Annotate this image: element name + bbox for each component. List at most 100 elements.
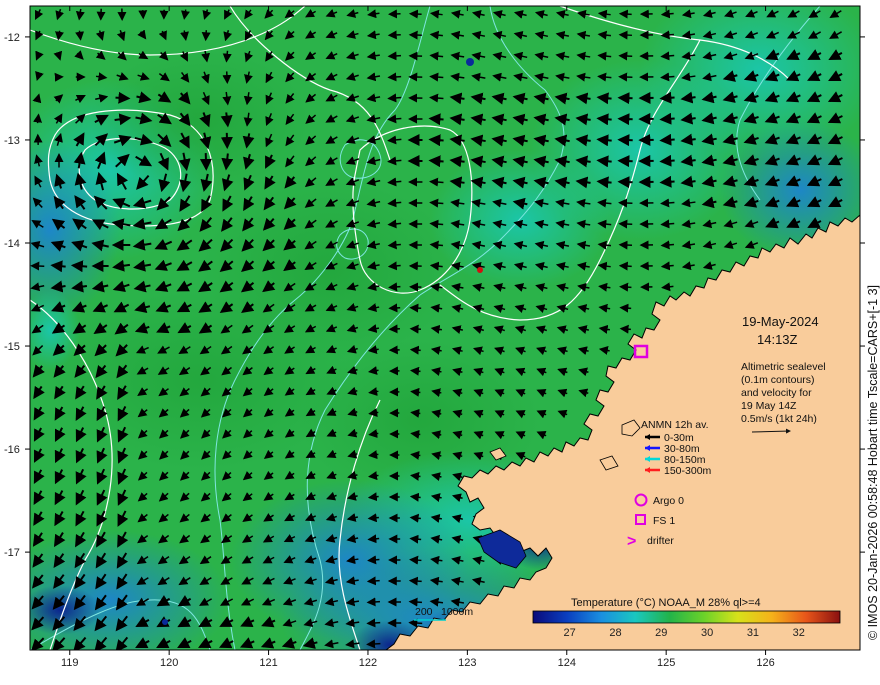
velocity-arrow [411, 518, 421, 519]
velocity-arrow [389, 35, 401, 36]
colorbar-tick-label: 27 [564, 627, 576, 639]
velocity-arrow [412, 475, 421, 476]
fs-label: FS 1 [653, 515, 675, 527]
velocity-arrow [620, 224, 632, 225]
velocity-arrow [410, 623, 422, 624]
map-canvas: 119 120 121 122 123 124 125 126 -12 -13 -14 -15 -16… [0, 0, 880, 680]
drifter-icon: > [627, 533, 636, 550]
lat-tick-label: -14 [4, 238, 20, 250]
velocity-arrow [227, 71, 228, 82]
velocity-arrow [598, 181, 611, 182]
velocity-arrow [598, 97, 611, 98]
colorbar-tick-label: 31 [747, 627, 759, 639]
velocity-arrow [619, 140, 632, 141]
description-line: and velocity for [741, 387, 812, 399]
lon-tick-label: 119 [61, 657, 79, 669]
mooring-legend-title: ANMN 12h av. [641, 419, 709, 431]
velocity-arrow [368, 644, 381, 645]
velocity-arrow [369, 518, 379, 519]
velocity-arrow [412, 454, 421, 455]
velocity-arrow [598, 118, 611, 119]
island-shoal [162, 619, 168, 625]
lon-tick-label: 125 [657, 657, 675, 669]
velocity-arrow [620, 77, 633, 78]
lon-tick-label: 122 [359, 657, 377, 669]
velocity-arrow [620, 245, 632, 246]
velocity-arrow [619, 182, 632, 183]
velocity-arrow [389, 266, 400, 267]
velocity-arrow [431, 97, 444, 98]
colorbar-tick-label: 30 [701, 627, 713, 639]
velocity-arrow [411, 560, 422, 561]
lat-tick-label: -12 [4, 32, 20, 44]
velocity-arrow [411, 350, 420, 351]
velocity-arrow [662, 34, 674, 35]
lon-tick-label: 121 [259, 657, 277, 669]
velocity-arrow [662, 55, 674, 56]
drifter-label: drifter [647, 535, 674, 547]
velocity-arrow [412, 412, 421, 413]
description-line: (0.1m contours) [741, 374, 815, 386]
colorbar-title: Temperature (°C) NOAA_M 28% ql>=4 [571, 597, 761, 609]
velocity-arrow [411, 539, 421, 540]
velocity-arrow [430, 119, 443, 120]
velocity-arrow [116, 98, 129, 99]
velocity-arrow [369, 539, 379, 540]
velocity-arrow [662, 223, 674, 224]
colorbar-tick-label: 28 [609, 627, 621, 639]
lat-tick-label: -13 [4, 135, 20, 147]
lat-tick-label: -17 [4, 547, 20, 559]
velocity-arrow [431, 244, 443, 245]
velocity-arrow [619, 161, 632, 162]
lon-tick-label: 126 [756, 657, 774, 669]
lon-tick-label: 120 [160, 657, 178, 669]
velocity-arrow [662, 244, 674, 245]
sea-level-map: 119 120 121 122 123 124 125 126 -12 -13 -14 -15 -16… [0, 0, 880, 680]
velocity-arrow [598, 139, 611, 140]
velocity-arrow [389, 244, 401, 245]
velocity-arrow [621, 308, 631, 309]
velocity-arrow [390, 287, 401, 288]
description-line: Altimetric sealevel [741, 361, 826, 373]
description-line: 19 May 14Z [741, 400, 797, 412]
lat-tick-label: -15 [4, 341, 20, 353]
velocity-arrow [52, 265, 65, 266]
velocity-arrow [369, 560, 380, 561]
velocity-arrow [206, 153, 207, 169]
velocity-arrow [621, 287, 632, 288]
velocity-arrow [411, 371, 420, 372]
colorbar-tick-label: 29 [655, 627, 667, 639]
mooring-legend-label: 150-300m [664, 465, 712, 477]
velocity-arrow [662, 76, 675, 77]
reef-marker [477, 267, 483, 273]
velocity-arrow [661, 140, 674, 141]
credit-text: © IMOS 20-Jan-2026 00:58:48 Hobart time … [866, 285, 880, 640]
velocity-arrow [431, 203, 444, 204]
velocity-arrow [389, 98, 402, 99]
velocity-arrow [620, 35, 632, 36]
velocity-arrow [620, 56, 632, 57]
velocity-arrow [389, 56, 401, 57]
velocity-arrow [661, 98, 674, 99]
velocity-arrow [619, 119, 632, 120]
colorbar-gradient [533, 611, 840, 623]
argo-label: Argo 0 [653, 495, 684, 507]
velocity-arrow [368, 602, 380, 603]
description-line: 0.5m/s (1kt 24h) [741, 413, 817, 425]
velocity-arrow [411, 329, 421, 330]
scale-label-b: 1000m [441, 606, 473, 618]
velocity-arrow [389, 77, 401, 78]
velocity-arrow [430, 140, 443, 141]
velocity-arrow [73, 265, 87, 266]
velocity-arrow [430, 161, 443, 162]
velocity-arrow [661, 182, 674, 183]
lat-tick-label: -16 [4, 444, 20, 456]
colorbar-tick-label: 32 [793, 627, 805, 639]
plot-area [0, 0, 880, 680]
velocity-arrow [368, 581, 379, 582]
velocity-arrow [410, 14, 421, 15]
scale-bar: 200 1000m [414, 606, 473, 620]
lon-tick-label: 123 [458, 657, 476, 669]
lon-tick-label: 124 [558, 657, 576, 669]
island-shoal [466, 58, 474, 66]
